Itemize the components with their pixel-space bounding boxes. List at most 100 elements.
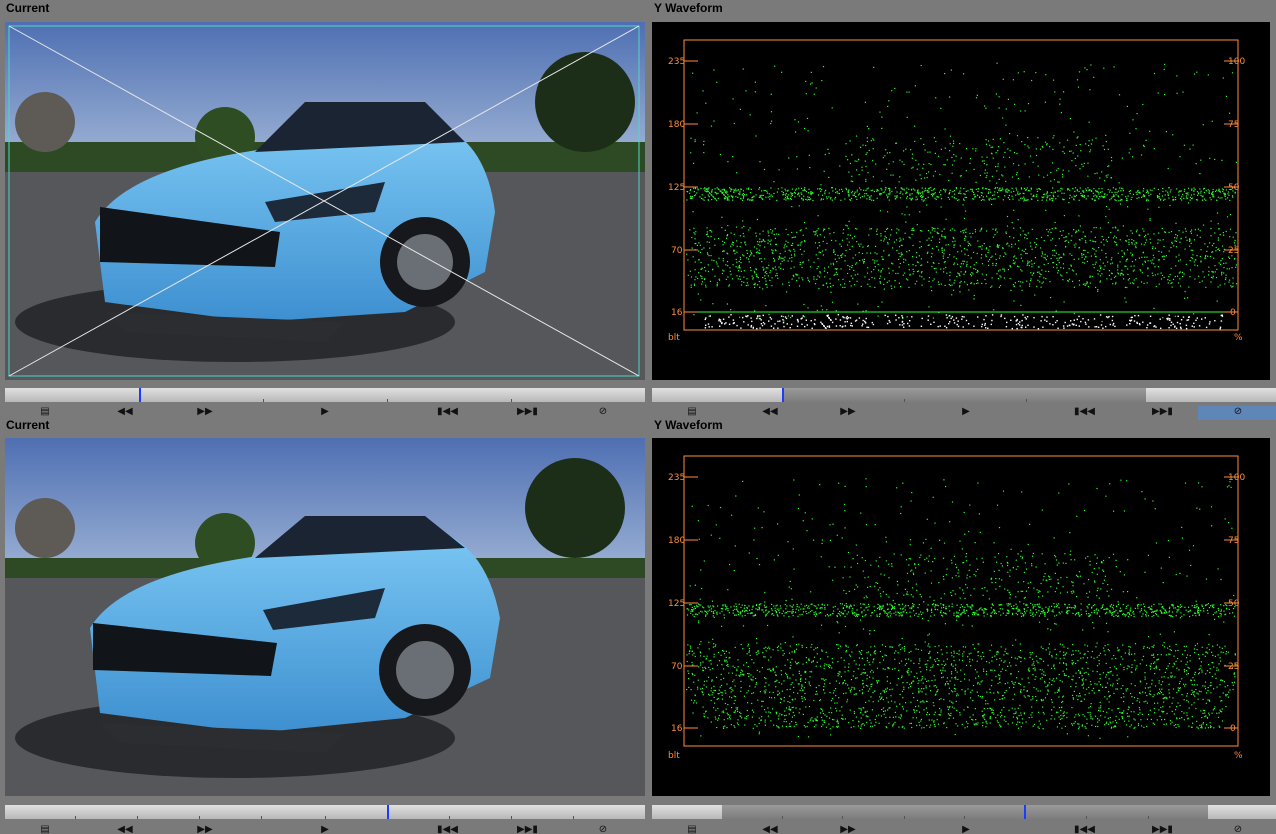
waveform-sample [697, 647, 699, 649]
waveform-sample [981, 609, 984, 611]
waveform-sample [1138, 257, 1140, 259]
waveform-sample [734, 253, 736, 255]
waveform-sample [1190, 230, 1192, 233]
waveform-sample [686, 253, 688, 255]
waveform-sample [985, 143, 987, 145]
step-forward-icon[interactable]: ▶▶ [197, 824, 213, 834]
playhead-bottom-left[interactable] [387, 805, 389, 819]
waveform-sample [1112, 227, 1114, 229]
timeline-top-left[interactable] [5, 388, 645, 402]
play-icon[interactable]: ▶ [317, 824, 333, 834]
waveform-sample [883, 283, 885, 285]
waveform-sample [761, 194, 763, 196]
waveform-sample [946, 677, 948, 679]
waveform-sample [1002, 608, 1004, 610]
playhead-top-left[interactable] [139, 388, 141, 402]
waveform-sample [715, 192, 717, 194]
waveform-sample [877, 263, 879, 265]
waveform-sample [1115, 657, 1117, 660]
waveform-sample [916, 280, 918, 282]
waveform-scope-top[interactable]: 235 180 125 70 16 blt 100 75 50 25 0 % [652, 22, 1270, 380]
clipped-sample [769, 316, 771, 319]
waveform-sample [853, 284, 856, 286]
waveform-sample [761, 609, 763, 611]
waveform-sample [778, 255, 780, 257]
step-back-icon[interactable]: ◀◀ [117, 824, 133, 834]
playhead-top-right[interactable] [782, 388, 784, 402]
waveform-sample [1117, 272, 1119, 274]
no-entry-icon[interactable]: ⊘ [595, 824, 611, 834]
timeline-bottom-left[interactable] [5, 805, 645, 819]
waveform-sample [1101, 235, 1103, 238]
waveform-sample [1103, 196, 1105, 198]
waveform-sample [1089, 282, 1091, 284]
waveform-sample [1034, 604, 1036, 606]
marker-icon[interactable]: ▤ [37, 824, 53, 834]
clipped-sample [1179, 323, 1181, 325]
waveform-sample [1061, 173, 1063, 175]
waveform-sample [740, 606, 742, 609]
waveform-sample [769, 272, 771, 274]
waveform-scope-bottom[interactable]: 235 180 125 70 16 blt 100 75 50 25 0 % [652, 438, 1270, 796]
waveform-sample [816, 268, 818, 270]
waveform-sample [809, 610, 812, 613]
waveform-sample [1015, 194, 1017, 196]
waveform-sample [724, 605, 726, 607]
waveform-sample [849, 655, 852, 657]
waveform-sample [848, 194, 850, 196]
waveform-sample [1211, 192, 1213, 194]
waveform-sample [1084, 249, 1086, 252]
clipped-sample [831, 321, 834, 324]
waveform-sample [992, 264, 994, 266]
viewer-current-top[interactable] [5, 22, 645, 380]
waveform-sample [763, 604, 766, 606]
waveform-sample [1096, 656, 1098, 658]
waveform-sample [1212, 605, 1214, 607]
waveform-sample [958, 653, 960, 655]
jump-end-icon[interactable]: ▶▶▮ [517, 824, 538, 834]
waveform-sample [889, 189, 891, 191]
waveform-sample [687, 644, 689, 646]
waveform-sample [1176, 188, 1178, 190]
waveform-sample [882, 258, 884, 261]
waveform-sample [819, 272, 821, 274]
waveform-sample [1090, 703, 1092, 705]
waveform-sample [1190, 257, 1192, 259]
waveform-sample [787, 701, 789, 703]
waveform-sample [936, 196, 939, 198]
timeline-top-right[interactable] [652, 388, 1276, 402]
waveform-sample [1046, 693, 1048, 695]
waveform-sample [1212, 277, 1214, 279]
waveform-sample [746, 252, 749, 254]
jump-start-icon[interactable]: ▮◀◀ [437, 824, 458, 834]
waveform-sample [980, 199, 982, 201]
waveform-sample [816, 278, 818, 280]
waveform-sample [1059, 613, 1061, 615]
waveform-sample [1029, 612, 1031, 614]
waveform-sample [831, 187, 833, 189]
waveform-sample [1075, 682, 1077, 684]
clipped-sample [1185, 324, 1188, 326]
waveform-sample [716, 676, 718, 678]
waveform-sample [775, 611, 777, 614]
viewer-current-bottom[interactable] [5, 438, 645, 796]
waveform-sample [921, 271, 923, 273]
waveform-sample [732, 609, 734, 612]
waveform-sample [1015, 257, 1017, 259]
waveform-sample [985, 248, 987, 250]
waveform-sample [790, 254, 792, 256]
waveform-sample [858, 174, 860, 176]
waveform-sample [1131, 196, 1133, 198]
waveform-sample [700, 662, 702, 664]
waveform-sample [1167, 167, 1169, 170]
waveform-sample [775, 269, 777, 271]
waveform-sample [1170, 604, 1173, 606]
waveform-sample [860, 243, 862, 245]
waveform-sample [695, 231, 697, 233]
waveform-sample [788, 157, 790, 159]
waveform-sample [1082, 249, 1085, 251]
waveform-sample [1052, 192, 1054, 194]
waveform-sample [798, 187, 800, 189]
waveform-sample [970, 606, 972, 608]
waveform-sample [1221, 188, 1224, 190]
